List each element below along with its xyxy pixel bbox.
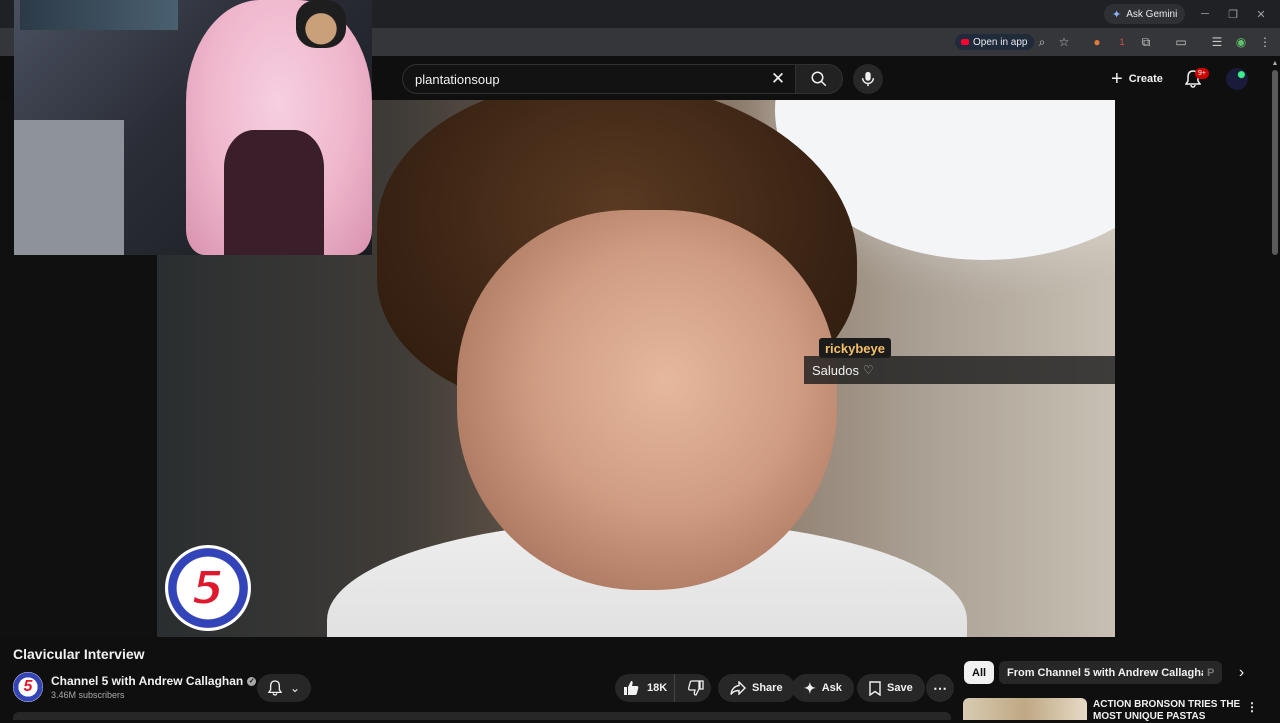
- open-in-app-button[interactable]: Open in app: [955, 34, 1034, 50]
- like-button[interactable]: 18K: [615, 674, 676, 702]
- share-button[interactable]: Share: [718, 674, 795, 702]
- chip-all[interactable]: All: [964, 661, 995, 684]
- subscription-bell-button[interactable]: ⌄: [257, 674, 311, 702]
- channel-5-watermark-logo: 5: [165, 545, 251, 631]
- thumbs-down-icon: [688, 680, 704, 696]
- restore-window-icon[interactable]: ❐: [1220, 4, 1246, 24]
- voice-search-button[interactable]: [853, 64, 883, 94]
- related-video-menu-icon[interactable]: ⋮: [1245, 700, 1259, 714]
- share-label: Share: [752, 682, 783, 694]
- bell-icon: [267, 680, 282, 696]
- ask-gemini-button[interactable]: ✦ Ask Gemini: [1104, 4, 1186, 24]
- like-dislike-group: 18K: [615, 674, 711, 702]
- minimize-window-icon[interactable]: ─: [1192, 4, 1218, 24]
- logo-number: 5: [191, 560, 225, 616]
- verified-check-icon: ✓: [247, 676, 257, 686]
- chip-partial[interactable]: P: [1203, 661, 1221, 684]
- webcam-bed: [14, 120, 124, 255]
- cast-icon[interactable]: ▭: [1171, 32, 1191, 52]
- ask-button[interactable]: ✦ Ask: [792, 674, 854, 702]
- more-horizontal-icon: ⋯: [933, 679, 947, 696]
- channel-name[interactable]: Channel 5 with Andrew Callaghan ✓: [51, 674, 257, 688]
- profile-icon[interactable]: ◉: [1231, 32, 1251, 52]
- extension-badge-count: 1: [1119, 37, 1125, 47]
- video-title: Clavicular Interview: [13, 646, 145, 662]
- share-arrow-icon: [730, 681, 746, 695]
- chat-username: rickybeye: [819, 338, 891, 358]
- channel-name-label: Channel 5 with Andrew Callaghan: [51, 674, 244, 688]
- channel-avatar[interactable]: 5: [13, 672, 43, 702]
- scroll-up-icon[interactable]: ▲: [1270, 58, 1280, 68]
- open-in-app-label: Open in app: [973, 36, 1028, 48]
- save-button[interactable]: Save: [857, 674, 925, 702]
- heart-icon: ♡: [862, 363, 874, 377]
- more-actions-button[interactable]: ⋯: [926, 674, 954, 702]
- related-video-title[interactable]: ACTION BRONSON TRIES THE MOST UNIQUE PAS…: [1093, 699, 1243, 723]
- search-icon: [811, 71, 827, 87]
- chevron-right-icon[interactable]: ›: [1230, 661, 1253, 684]
- notification-count-badge: 9+: [1195, 68, 1209, 79]
- gemini-sparkle-icon: ✦: [1112, 8, 1122, 21]
- reading-list-icon[interactable]: ☰: [1207, 32, 1227, 52]
- create-button[interactable]: + Create: [1103, 64, 1171, 94]
- create-label: Create: [1128, 73, 1163, 85]
- webcam-chair-seat: [224, 130, 324, 255]
- extension-badge-icon[interactable]: 1: [1112, 32, 1132, 52]
- save-label: Save: [887, 682, 913, 694]
- streamer-webcam-overlay: [14, 0, 372, 255]
- search-box[interactable]: ✕: [402, 64, 795, 94]
- ask-label: Ask: [821, 682, 842, 694]
- clear-search-icon[interactable]: ✕: [767, 68, 789, 90]
- extensions-puzzle-icon[interactable]: ⧉: [1136, 32, 1156, 52]
- subscriber-count: 3.46M subscribers: [51, 690, 125, 700]
- scrollbar-thumb[interactable]: [1272, 70, 1278, 255]
- search-input[interactable]: [415, 71, 767, 87]
- plus-icon: +: [1111, 68, 1123, 90]
- save-bookmark-icon: [869, 680, 881, 696]
- related-video-thumbnail[interactable]: [963, 698, 1087, 720]
- description-box[interactable]: [13, 712, 951, 720]
- webcam-streamer: [296, 0, 346, 48]
- search-button[interactable]: [795, 64, 843, 94]
- chat-message-text: Saludos: [812, 362, 859, 378]
- thumbs-up-icon: [624, 681, 639, 695]
- person-face: [457, 210, 837, 590]
- close-window-icon[interactable]: ✕: [1248, 4, 1274, 24]
- extension-icon[interactable]: ●: [1087, 32, 1107, 52]
- ask-gemini-label: Ask Gemini: [1126, 8, 1178, 20]
- webcam-poster: [20, 0, 178, 30]
- sparkle-icon: ✦: [804, 679, 816, 696]
- bookmark-star-icon[interactable]: ☆: [1054, 32, 1074, 52]
- like-count: 18K: [647, 682, 668, 694]
- youtube-app-icon: [961, 39, 969, 45]
- right-panel: [1115, 100, 1270, 637]
- chip-from-channel[interactable]: From Channel 5 with Andrew Callaghan: [999, 661, 1222, 684]
- chevron-down-icon: ⌄: [289, 681, 301, 695]
- dislike-button[interactable]: [681, 674, 711, 702]
- microphone-icon: [861, 71, 875, 87]
- account-avatar[interactable]: [1226, 68, 1248, 90]
- channel-avatar-number: 5: [23, 678, 33, 695]
- browser-menu-icon[interactable]: ⋮: [1255, 32, 1275, 52]
- zoom-icon[interactable]: ⌕: [1032, 32, 1052, 52]
